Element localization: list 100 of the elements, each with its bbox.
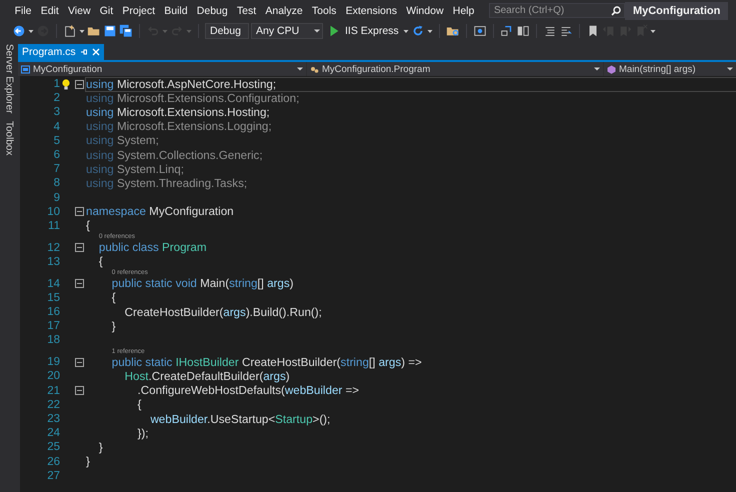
- collapse-icon[interactable]: [74, 207, 84, 216]
- solution-name: MyConfiguration: [624, 2, 728, 20]
- menu-item[interactable]: Build: [160, 4, 192, 16]
- side-panel-tab[interactable]: Server Explorer: [4, 44, 14, 114]
- code-line: {: [86, 219, 90, 232]
- save-icon[interactable]: [103, 24, 117, 38]
- configuration-dropdown[interactable]: Any CPU: [251, 22, 323, 38]
- code-line: }: [86, 455, 90, 468]
- code-line: });: [138, 426, 149, 440]
- line-number: 22: [46, 398, 60, 411]
- code-line: namespace MyConfiguration: [86, 205, 234, 218]
- menu-item[interactable]: File: [10, 4, 36, 16]
- collapse-icon[interactable]: [74, 358, 84, 367]
- run-button[interactable]: IIS Express: [325, 24, 401, 38]
- line-number: 20: [46, 370, 60, 382]
- line-number: 4: [52, 120, 60, 133]
- line-number: 2: [52, 92, 60, 104]
- line-number: 16: [46, 306, 60, 318]
- lightbulb-icon[interactable]: [62, 78, 70, 90]
- line-number: 17: [46, 320, 60, 332]
- search-icon: [610, 6, 621, 16]
- close-icon[interactable]: [92, 48, 100, 56]
- line-number: 21: [46, 384, 60, 397]
- code-line: {: [112, 291, 116, 304]
- code-line: using System.Collections.Generic;: [86, 148, 263, 162]
- collapse-icon[interactable]: [74, 80, 84, 89]
- line-number: 8: [52, 177, 60, 190]
- side-panel-tab[interactable]: Toolbox: [4, 121, 14, 156]
- line-number: 12: [46, 242, 60, 254]
- collapse-icon[interactable]: [74, 243, 84, 252]
- class-icon: [310, 64, 319, 74]
- method-icon: [607, 64, 616, 74]
- menu-item[interactable]: Extensions: [341, 4, 402, 16]
- code-line: using Microsoft.AspNetCore.Hosting;: [86, 78, 276, 91]
- project-icon: [21, 64, 30, 74]
- code-editor[interactable]: [20, 76, 736, 492]
- line-number: 25: [46, 441, 60, 454]
- line-number: 18: [46, 334, 60, 346]
- code-line: using System;: [86, 134, 159, 148]
- caret-icon: [727, 66, 733, 72]
- line-number: 9: [52, 192, 60, 204]
- browser-window-icon[interactable]: [472, 24, 487, 38]
- line-number: 19: [46, 356, 60, 368]
- menu-item[interactable]: Debug: [192, 4, 232, 16]
- code-line: }: [98, 440, 103, 454]
- code-line: }: [112, 320, 116, 333]
- line-number: 1: [52, 78, 60, 90]
- line-number: 10: [46, 206, 60, 218]
- collapse-icon[interactable]: [74, 386, 84, 396]
- configuration-dropdown[interactable]: Debug: [205, 22, 249, 38]
- line-number: 5: [52, 134, 60, 147]
- menu-item[interactable]: Test: [232, 4, 261, 16]
- menu-item[interactable]: Edit: [36, 4, 64, 16]
- line-number: 27: [46, 470, 60, 482]
- line-number: 24: [46, 427, 60, 440]
- code-line: public static IHostBuilder CreateHostBuilder(string[] args) =>: [112, 356, 422, 369]
- line-number: 3: [52, 106, 60, 118]
- code-line: using System.Linq;: [86, 162, 184, 176]
- menu-item[interactable]: Window: [402, 4, 448, 16]
- line-number: 13: [46, 256, 60, 268]
- caret-icon: [314, 28, 320, 34]
- code-line: using Microsoft.Extensions.Logging;: [86, 120, 272, 134]
- code-line: public class Program: [98, 241, 207, 254]
- step-icon[interactable]: [500, 24, 514, 38]
- back-icon[interactable]: [12, 24, 26, 38]
- code-line: using System.Threading.Tasks;: [86, 176, 248, 190]
- refresh-icon[interactable]: [410, 24, 425, 38]
- document-tab[interactable]: Program.cs: [18, 44, 104, 60]
- code-line: using Microsoft.Extensions.Hosting;: [86, 106, 270, 119]
- menu-item[interactable]: View: [63, 4, 96, 16]
- menu-item[interactable]: Analyze: [260, 4, 308, 16]
- code-line: Host.CreateDefaultBuilder(args): [124, 370, 290, 383]
- code-line: {: [138, 398, 142, 412]
- search-field[interactable]: Search (Ctrl+Q): [488, 3, 625, 18]
- menu-item[interactable]: Project: [118, 4, 160, 16]
- code-line: public static void Main(string[] args): [112, 277, 294, 290]
- line-number: 6: [52, 149, 60, 162]
- line-number: 26: [46, 456, 60, 468]
- caret-icon: [297, 66, 303, 72]
- code-line: using Microsoft.Extensions.Configuration;: [86, 92, 300, 105]
- navigation-dropdown[interactable]: Main(string[] args): [604, 62, 736, 76]
- save-all-icon[interactable]: [119, 24, 133, 38]
- new-item-icon[interactable]: [63, 24, 77, 38]
- menu-item[interactable]: Tools: [307, 4, 342, 16]
- menu-item[interactable]: Help: [448, 4, 479, 16]
- window-layout-icon[interactable]: [516, 24, 530, 38]
- line-number: 23: [46, 413, 60, 425]
- navigation-dropdown[interactable]: MyConfiguration.Program: [307, 62, 603, 76]
- caret-icon: [594, 66, 600, 72]
- line-number: 7: [52, 163, 60, 176]
- navigation-dropdown[interactable]: MyConfiguration: [18, 62, 306, 76]
- line-number: 14: [46, 278, 60, 290]
- code-line: .ConfigureWebHostDefaults(webBuilder =>: [138, 384, 360, 398]
- line-number: 11: [47, 220, 60, 232]
- code-line: webBuilder.UseStartup<Startup>();: [150, 412, 330, 426]
- line-number: 15: [46, 292, 60, 304]
- collapse-icon[interactable]: [74, 279, 84, 288]
- menu-item[interactable]: Git: [95, 4, 118, 16]
- pin-icon[interactable]: [80, 48, 88, 56]
- code-line: {: [98, 255, 103, 268]
